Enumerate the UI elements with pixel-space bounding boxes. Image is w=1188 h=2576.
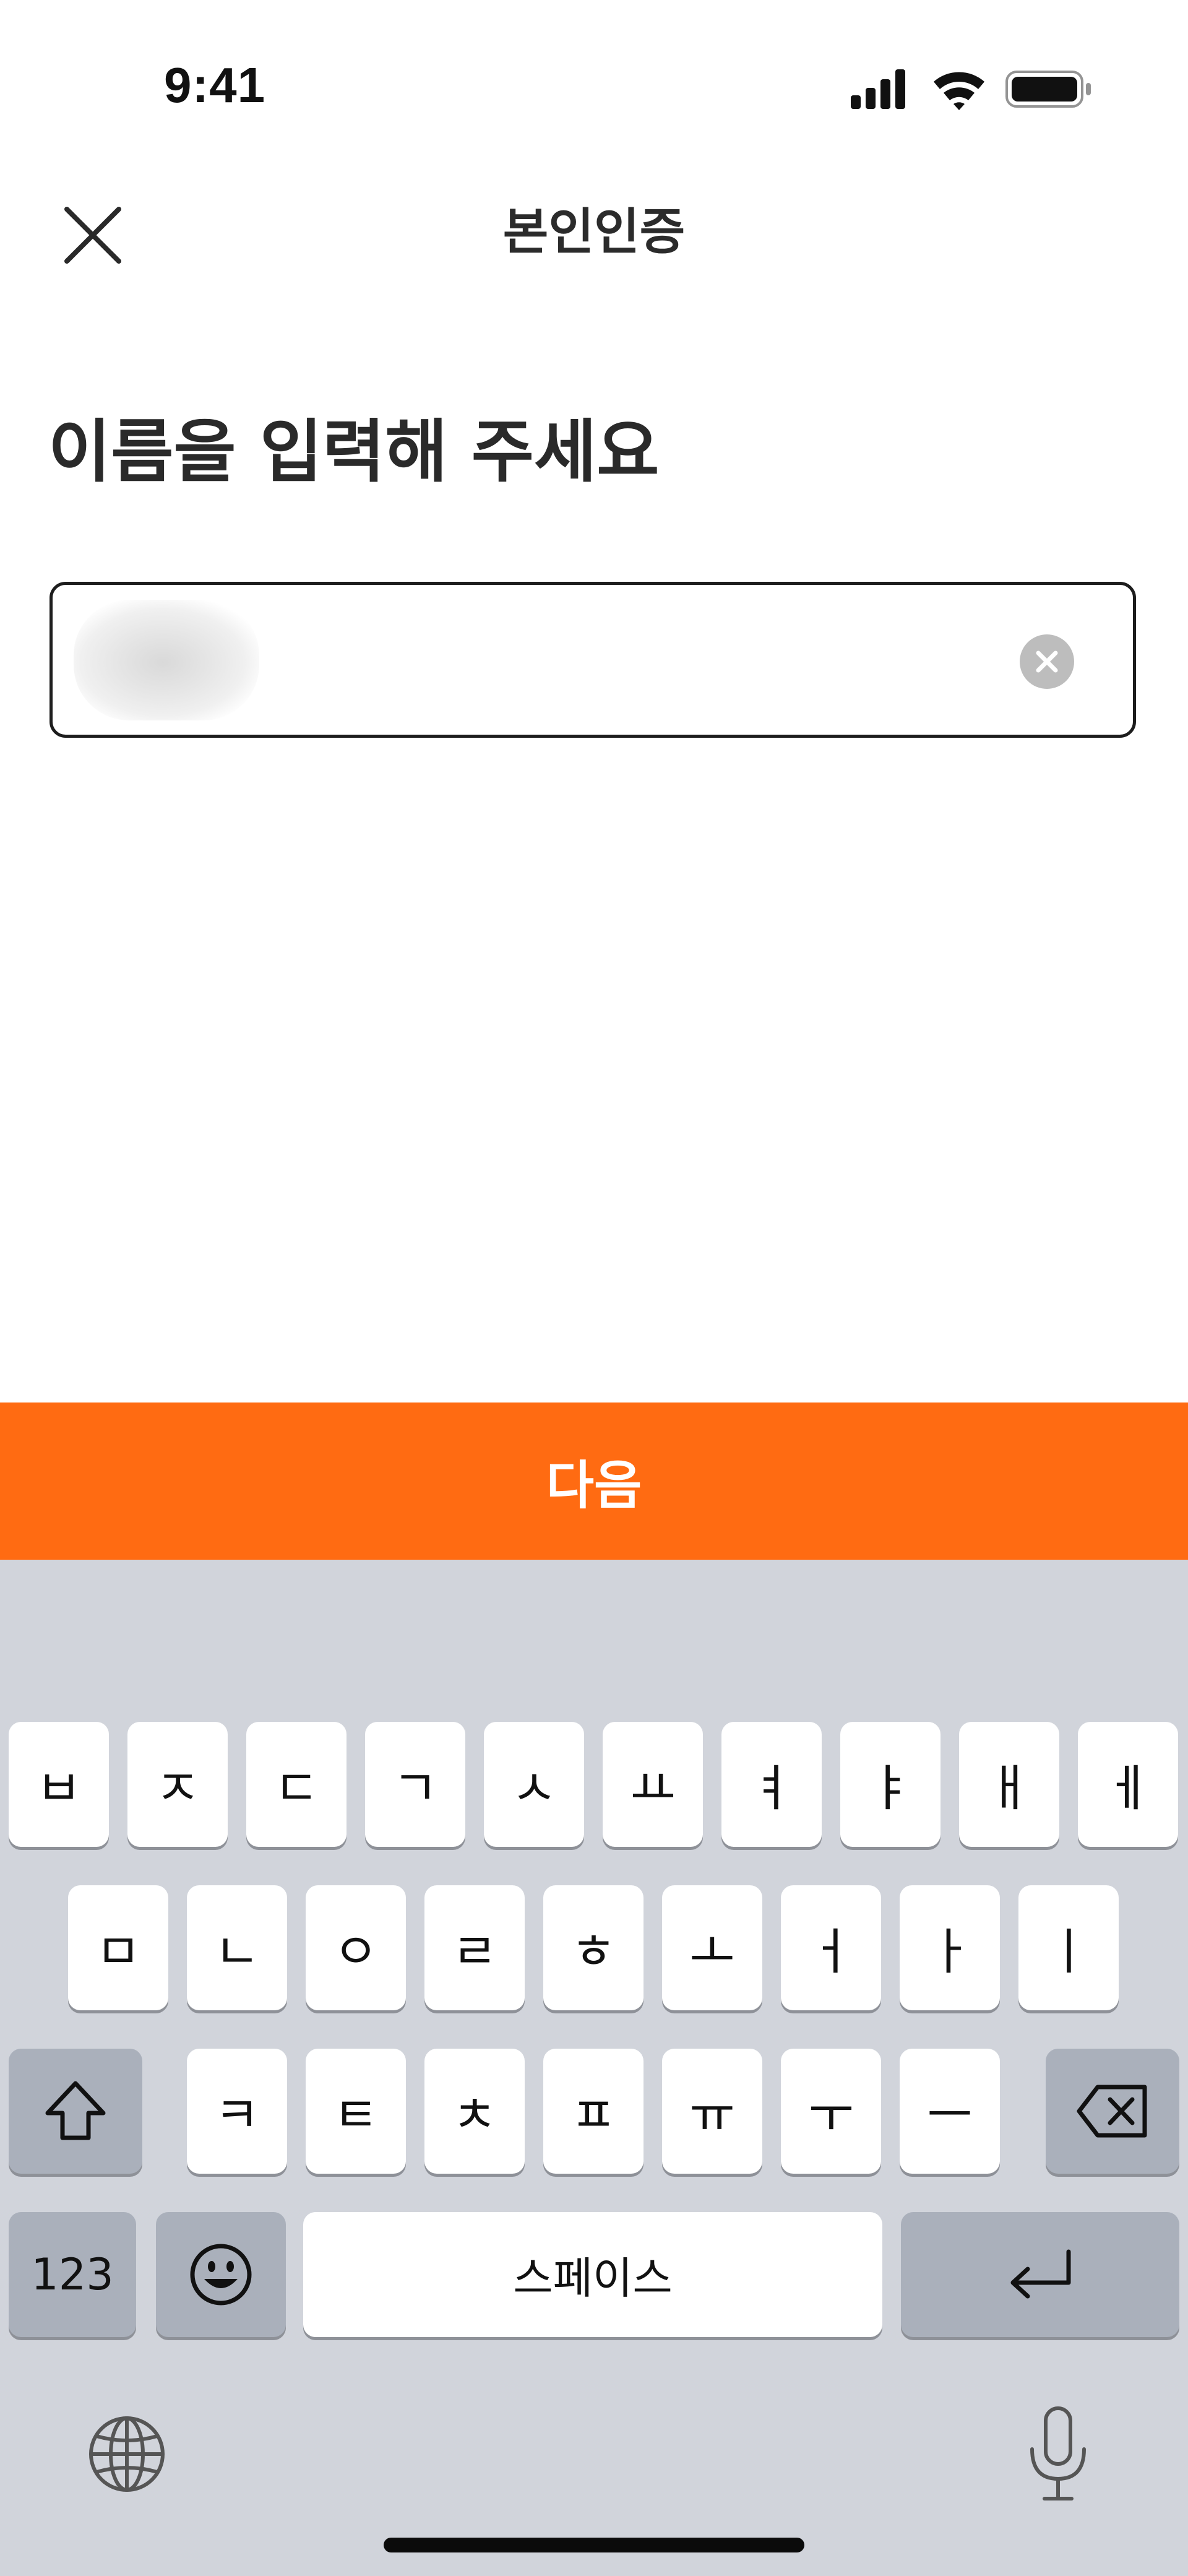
status-icons bbox=[851, 69, 1091, 110]
shift-icon bbox=[45, 2081, 106, 2140]
key-row3[interactable]: ㅊ bbox=[424, 2049, 525, 2174]
page-title: 본인인증 bbox=[502, 203, 686, 261]
microphone-icon[interactable] bbox=[1021, 2405, 1095, 2504]
nav-bar: 본인인증 bbox=[0, 155, 1188, 303]
key-row2[interactable]: ㅓ bbox=[781, 1885, 881, 2010]
space-key[interactable]: 스페이스 bbox=[303, 2212, 882, 2337]
clear-icon bbox=[1036, 650, 1058, 673]
shift-key[interactable] bbox=[9, 2049, 142, 2174]
key-row1[interactable]: ㅂ bbox=[9, 1722, 109, 1847]
key-row3[interactable]: ㅡ bbox=[900, 2049, 1000, 2174]
emoji-key[interactable] bbox=[156, 2212, 286, 2337]
signal-icon bbox=[851, 69, 905, 109]
emoji-icon bbox=[190, 2244, 252, 2306]
return-key[interactable] bbox=[901, 2212, 1179, 2337]
keyboard: ㅂ ㅈ ㄷ ㄱ ㅅ ㅛ ㅕ ㅑ ㅐ ㅔ ㅁ ㄴ ㅇ ㄹ ㅎ ㅗ ㅓ ㅏ ㅣ ㅋ … bbox=[0, 1560, 1188, 2576]
key-row3[interactable]: ㅠ bbox=[662, 2049, 762, 2174]
key-row1[interactable]: ㅐ bbox=[959, 1722, 1059, 1847]
home-indicator bbox=[384, 2538, 804, 2552]
backspace-key[interactable] bbox=[1046, 2049, 1179, 2174]
battery-icon bbox=[1005, 71, 1091, 108]
form-heading: 이름을 입력해 주세요 bbox=[48, 412, 660, 491]
key-row2[interactable]: ㅣ bbox=[1018, 1885, 1119, 2010]
key-row1[interactable]: ㅛ bbox=[603, 1722, 703, 1847]
numbers-key[interactable]: 123 bbox=[9, 2212, 136, 2337]
status-time: 9:41 bbox=[164, 58, 266, 113]
key-row3[interactable]: ㅜ bbox=[781, 2049, 881, 2174]
key-row1[interactable]: ㅔ bbox=[1078, 1722, 1178, 1847]
name-field[interactable] bbox=[50, 582, 1136, 738]
key-row1[interactable]: ㄷ bbox=[246, 1722, 346, 1847]
status-bar: 9:41 bbox=[0, 0, 1188, 155]
key-row1[interactable]: ㄱ bbox=[365, 1722, 465, 1847]
key-row1[interactable]: ㅅ bbox=[484, 1722, 584, 1847]
key-row3[interactable]: ㅍ bbox=[543, 2049, 644, 2174]
key-row1[interactable]: ㅈ bbox=[127, 1722, 228, 1847]
wifi-icon bbox=[934, 72, 984, 110]
clear-button[interactable] bbox=[1020, 634, 1074, 689]
key-row2[interactable]: ㄴ bbox=[187, 1885, 287, 2010]
key-row2[interactable]: ㅇ bbox=[306, 1885, 406, 2010]
key-row3[interactable]: ㅌ bbox=[306, 2049, 406, 2174]
key-row2[interactable]: ㅎ bbox=[543, 1885, 644, 2010]
key-row2[interactable]: ㅏ bbox=[900, 1885, 1000, 2010]
key-row3[interactable]: ㅋ bbox=[187, 2049, 287, 2174]
key-row2[interactable]: ㅁ bbox=[68, 1885, 168, 2010]
key-row2[interactable]: ㅗ bbox=[662, 1885, 762, 2010]
key-row1[interactable]: ㅑ bbox=[840, 1722, 940, 1847]
key-row2[interactable]: ㄹ bbox=[424, 1885, 525, 2010]
key-row1[interactable]: ㅕ bbox=[721, 1722, 822, 1847]
next-button[interactable]: 다음 bbox=[0, 1403, 1188, 1560]
return-icon bbox=[1010, 2249, 1071, 2299]
globe-icon[interactable] bbox=[87, 2414, 167, 2494]
name-input[interactable] bbox=[87, 585, 1017, 736]
backspace-icon bbox=[1077, 2085, 1147, 2138]
